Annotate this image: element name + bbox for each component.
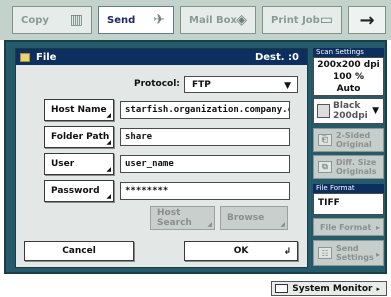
mailbox-icon: ◈	[236, 12, 247, 28]
folder-path-value: share	[125, 132, 153, 142]
password-value: ********	[125, 186, 169, 196]
corner-triangle-icon: ◢	[280, 221, 285, 228]
host-search-label: Host Search	[157, 208, 192, 228]
printer-icon: ▭	[319, 12, 333, 28]
tab-copy[interactable]: Copy ▥	[12, 6, 92, 34]
tab-print-job[interactable]: Print Job ▭	[262, 6, 342, 34]
host-search-button[interactable]: Host Search ◢	[150, 206, 215, 230]
file-format-button-label: File Format	[320, 222, 372, 232]
folder-path-button[interactable]: Folder Path ◢	[44, 126, 114, 148]
tab-mail-box[interactable]: Mail Box ◈	[180, 6, 256, 34]
corner-triangle-icon: ◢	[106, 166, 111, 173]
browse-button[interactable]: Browse ◢	[220, 206, 288, 230]
file-format-title: File Format	[316, 184, 355, 192]
destination-count: Dest. :0	[254, 51, 299, 63]
chevron-right-icon: ▸	[375, 223, 380, 232]
ok-button[interactable]: OK ↲	[184, 241, 298, 261]
system-monitor-label: System Monitor	[292, 283, 373, 294]
send-plane-icon: ✈	[153, 12, 165, 28]
protocol-select[interactable]: FTP ▼	[184, 76, 298, 93]
password-field[interactable]: ********	[120, 182, 290, 200]
return-arrow-icon: ↲	[283, 247, 291, 257]
cancel-label: Cancel	[62, 246, 96, 256]
host-name-value: starfish.organization.company.co	[125, 105, 290, 115]
user-label: User	[51, 159, 75, 169]
tab-print-job-label: Print Job	[271, 14, 320, 26]
send-settings-icon: ☷	[318, 247, 332, 259]
corner-triangle-icon: ◢	[106, 193, 111, 200]
corner-triangle-icon: ◢	[106, 112, 111, 119]
send-settings-line2: Settings	[336, 253, 374, 262]
protocol-label: Protocol:	[134, 79, 180, 89]
tab-send[interactable]: Send ✈	[98, 6, 174, 34]
file-format-header: File Format	[313, 184, 384, 193]
tab-send-label: Send	[107, 14, 136, 26]
host-name-button[interactable]: Host Name ◢	[44, 99, 114, 121]
scale-value: 100 %	[333, 72, 364, 82]
diff-size-line2: Originals	[336, 167, 377, 176]
send-settings-line1: Send	[336, 244, 359, 253]
two-sided-original-button[interactable]: ⎗ 2-Sided Original	[313, 128, 384, 152]
folder-icon	[20, 52, 30, 62]
chevron-down-icon: ▼	[284, 81, 291, 91]
password-button[interactable]: Password ◢	[44, 180, 114, 202]
mode-value: Auto	[336, 84, 361, 94]
ok-label: OK	[233, 246, 249, 256]
two-sided-icon: ⎗	[318, 134, 332, 146]
folder-path-field[interactable]: share	[120, 128, 290, 146]
host-name-label: Host Name	[51, 105, 107, 115]
cancel-button[interactable]: Cancel	[24, 241, 134, 261]
corner-triangle-icon: ◢	[207, 221, 212, 228]
status-bar: System Monitor ▸	[0, 278, 391, 297]
chevron-right-icon: ▸	[376, 284, 380, 293]
protocol-value: FTP	[192, 79, 211, 90]
scan-settings-title: Scan Settings	[316, 48, 364, 56]
file-format-value: TIFF	[318, 198, 340, 208]
file-destination-panel: File Dest. :0 Protocol: FTP ▼ Host Name …	[15, 48, 308, 268]
color-mode-select[interactable]: Black 200dpi ▼	[313, 98, 384, 124]
chevron-down-icon: ▼	[372, 106, 379, 116]
arrow-right-icon: →	[359, 9, 375, 31]
diff-size-line1: Diff. Size	[336, 158, 377, 167]
diff-size-icon: ⧉	[318, 161, 332, 173]
user-button[interactable]: User ◢	[44, 153, 114, 175]
scan-settings-summary[interactable]: 200x200 dpi 100 % Auto	[313, 57, 384, 96]
diff-size-originals-button[interactable]: ⧉ Diff. Size Originals	[313, 155, 384, 179]
scan-settings-header: Scan Settings	[313, 48, 384, 57]
send-settings-button[interactable]: ☷ Send Settings ▸	[313, 240, 384, 266]
system-monitor-button[interactable]: System Monitor ▸	[271, 281, 387, 296]
copy-icon: ▥	[69, 12, 83, 28]
chevron-right-icon: ▸	[375, 250, 380, 259]
color-value: Black	[333, 101, 361, 111]
monitor-icon	[275, 284, 289, 293]
tab-mail-box-label: Mail Box	[189, 14, 237, 26]
host-name-field[interactable]: starfish.organization.company.co	[120, 101, 290, 119]
file-format-button[interactable]: File Format ▸	[313, 218, 384, 236]
user-value: user_name	[125, 159, 174, 169]
send-screen-frame: File Dest. :0 Protocol: FTP ▼ Host Name …	[4, 40, 387, 274]
function-tab-bar: Copy ▥ Send ✈ Mail Box ◈ Print Job ▭ →	[0, 0, 391, 40]
color-dpi: 200dpi	[333, 111, 368, 121]
password-label: Password	[51, 186, 100, 196]
user-field[interactable]: user_name	[120, 155, 290, 173]
browse-label: Browse	[227, 213, 265, 223]
resolution-value: 200x200 dpi	[317, 60, 380, 70]
document-icon	[317, 104, 330, 118]
panel-title: File	[36, 51, 57, 63]
panel-header: File Dest. :0	[16, 49, 307, 65]
two-sided-line2: Original	[336, 140, 372, 149]
corner-triangle-icon: ◢	[106, 139, 111, 146]
tab-copy-label: Copy	[21, 14, 49, 26]
next-tabs-button[interactable]: →	[348, 6, 386, 34]
folder-path-label: Folder Path	[51, 132, 110, 142]
file-format-value-box: TIFF	[313, 193, 384, 215]
two-sided-line1: 2-Sided	[336, 131, 371, 140]
